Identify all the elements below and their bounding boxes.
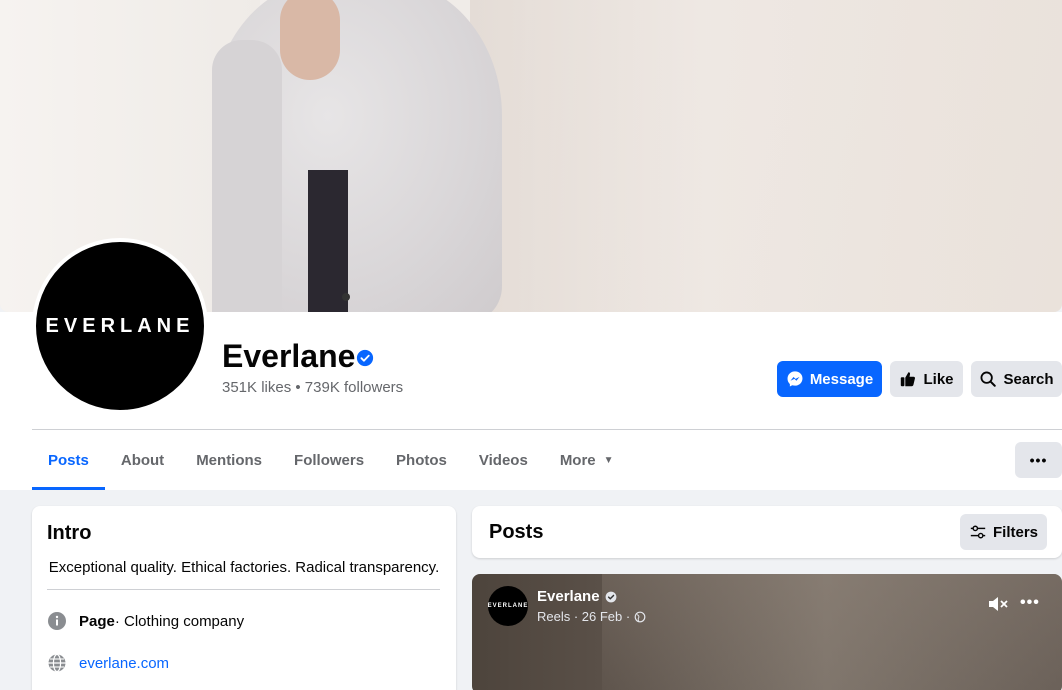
avatar-logo-text: EVERLANE — [45, 314, 195, 337]
tab-mentions[interactable]: Mentions — [180, 430, 278, 490]
intro-card: Intro Exceptional quality. Ethical facto… — [32, 506, 456, 690]
page-label: Page — [79, 612, 115, 630]
globe-icon — [634, 611, 646, 622]
reel-more-options[interactable]: ••• — [1020, 594, 1040, 612]
messenger-icon — [787, 371, 803, 387]
filters-icon — [970, 525, 986, 539]
tab-label: Videos — [478, 451, 528, 469]
info-icon — [48, 612, 66, 630]
tab-more[interactable]: More ▼ — [544, 430, 630, 490]
thumbs-up-icon — [901, 372, 916, 387]
reel-author: Everlane — [537, 588, 617, 605]
tab-label: Photos — [396, 451, 447, 469]
intro-divider — [47, 589, 440, 590]
cover-coat-inner — [308, 170, 348, 312]
verified-badge-icon — [605, 591, 616, 602]
tab-label: Followers — [294, 451, 365, 469]
reel-post[interactable]: EVERLANE Everlane Reels · 26 Feb · ••• — [472, 574, 1062, 690]
profile-tabs: Posts About Mentions Followers Photos Vi… — [32, 430, 630, 490]
posts-title: Posts — [489, 521, 544, 543]
like-button-label: Like — [923, 370, 954, 388]
page-title: Everlane — [222, 338, 356, 374]
search-button-label: Search — [1003, 370, 1054, 388]
message-button[interactable]: Message — [777, 361, 882, 397]
page-stats[interactable]: 351K likes • 739K followers — [222, 379, 403, 396]
tab-label: Mentions — [196, 451, 263, 469]
intro-bio: Exceptional quality. Ethical factories. … — [48, 559, 440, 576]
posts-header-card: Posts Filters — [472, 506, 1062, 558]
tab-posts[interactable]: Posts — [32, 430, 105, 490]
reel-author-avatar[interactable]: EVERLANE — [488, 586, 528, 626]
reel-meta-text: Reels · 26 Feb · — [537, 609, 631, 624]
search-button[interactable]: Search — [971, 361, 1062, 397]
like-button[interactable]: Like — [890, 361, 963, 397]
tab-label: About — [120, 451, 165, 469]
tab-label: Posts — [48, 451, 89, 469]
reel-meta: Reels · 26 Feb · — [537, 609, 646, 624]
globe-icon — [48, 653, 66, 673]
tab-videos[interactable]: Videos — [463, 430, 544, 490]
tab-about[interactable]: About — [105, 430, 180, 490]
filters-label: Filters — [992, 523, 1038, 541]
cover-coat-sleeve — [212, 40, 282, 312]
page-category: · Clothing company — [114, 612, 245, 630]
message-button-label: Message — [809, 370, 874, 388]
verified-badge-icon — [356, 349, 374, 367]
cover-coat-button — [342, 293, 350, 301]
tab-photos[interactable]: Photos — [380, 430, 463, 490]
mute-icon[interactable] — [987, 594, 1009, 614]
cover-hands — [280, 0, 340, 80]
reel-video-frame — [602, 574, 1062, 690]
more-options-button[interactable]: ••• — [1015, 442, 1062, 478]
tab-label: More — [559, 451, 596, 469]
intro-website: everlane.com — [47, 653, 169, 673]
website-link[interactable]: everlane.com — [79, 655, 169, 672]
intro-title: Intro — [47, 522, 92, 544]
reel-author-name[interactable]: Everlane — [537, 588, 600, 605]
tab-followers[interactable]: Followers — [278, 430, 380, 490]
search-icon — [980, 371, 997, 387]
filters-button[interactable]: Filters — [960, 514, 1047, 550]
profile-avatar[interactable]: EVERLANE — [32, 238, 208, 414]
intro-page-category: Page · Clothing company — [47, 611, 244, 631]
caret-down-icon: ▼ — [603, 454, 614, 466]
cover-wall-shadow — [470, 0, 1062, 312]
